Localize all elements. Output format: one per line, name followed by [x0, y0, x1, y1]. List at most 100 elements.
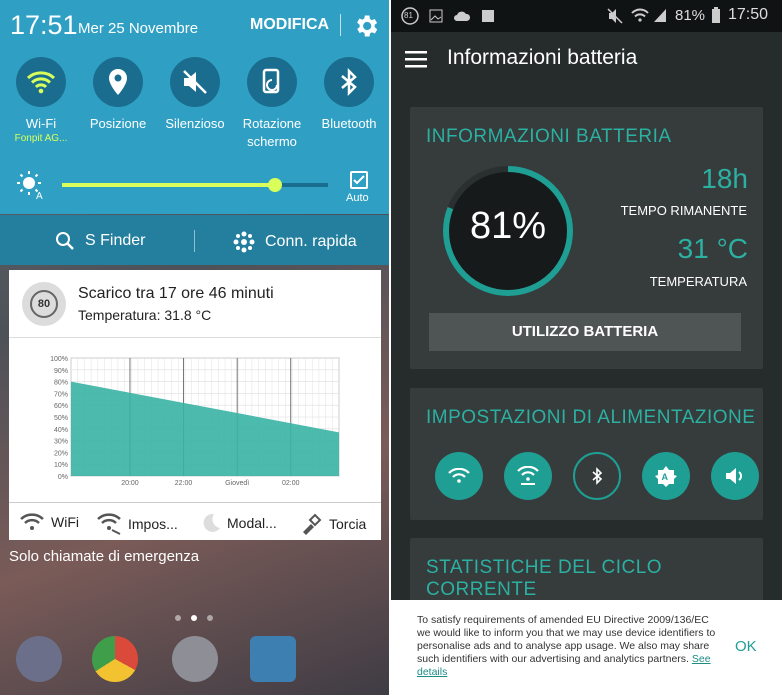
tile-bluetooth[interactable]: Bluetooth	[315, 57, 383, 133]
temperature-value: 31 °C	[677, 233, 748, 264]
emergency-calls-text: Solo chiamate di emergenza	[9, 548, 200, 565]
hamburger-menu-icon[interactable]	[405, 50, 429, 68]
battery-notification[interactable]: 80 Scarico tra 17 ore 46 minuti Temperat…	[9, 270, 381, 540]
flashlight-icon	[303, 513, 322, 535]
tile-wifi[interactable]: Wi-Fi Fonpit AG...	[7, 57, 75, 145]
brightness-auto-icon: A	[17, 171, 43, 200]
card-header: INFORMAZIONI BATTERIA	[426, 126, 672, 147]
date: Mer 25 Novembre	[78, 20, 199, 37]
wifi-icon	[448, 468, 470, 483]
tile-silent[interactable]: Silenzioso	[161, 57, 229, 133]
battery-icon	[712, 7, 720, 23]
brightness-fill	[62, 183, 275, 187]
tile-label: Posizione	[89, 116, 147, 131]
chart-y-tick-label: 70%	[54, 391, 68, 398]
battery-percent: 81%	[675, 7, 706, 24]
chart-x-tick-label: 22:00	[175, 480, 193, 487]
chart-y-tick-label: 80%	[54, 380, 68, 387]
battery-chart-svg: 100% 90% 80% 70% 60% 50% 40% 30% 20% 10% 0% 20:00 22…	[50, 356, 340, 487]
brightness-thumb[interactable]	[267, 178, 282, 192]
notification-toggles: WiFi Impos... Modal... Torcia	[9, 502, 381, 540]
notification-shade: 17:51 Mer 25 Novembre MODIFICA Wi-Fi Fon…	[0, 0, 389, 695]
power-wifi-settings-button[interactable]	[504, 452, 552, 500]
quick-connect-button[interactable]: Conn. rapida	[233, 231, 357, 253]
chart-y-tick-label: 20%	[54, 450, 68, 457]
bluetooth-icon	[592, 467, 602, 485]
power-auto-brightness-button[interactable]: A	[642, 452, 690, 500]
search-icon	[56, 232, 74, 250]
tile-label: Bluetooth	[321, 116, 377, 131]
contacts-icon[interactable]	[250, 636, 296, 682]
power-wifi-button[interactable]	[435, 452, 483, 500]
chart-y-tick-label: 30%	[54, 439, 68, 446]
s-finder-label: S Finder	[85, 232, 146, 249]
battery-usage-button[interactable]: UTILIZZO BATTERIA	[429, 313, 741, 351]
bluetooth-icon	[341, 68, 357, 96]
wifi-icon	[26, 71, 56, 94]
toggle-wifi[interactable]: WiFi	[19, 512, 79, 532]
rotation-icon	[262, 68, 280, 94]
tile-label: Wi-Fi	[25, 116, 57, 131]
chart-x-tick-label: Giovedì	[225, 480, 249, 487]
power-sound-button[interactable]	[711, 452, 759, 500]
signal-icon	[654, 9, 666, 22]
chart-x-tick-label: 02:00	[282, 480, 300, 487]
auto-brightness-checkbox[interactable]	[350, 171, 368, 189]
toggle-wifi-settings[interactable]: Impos...	[96, 512, 178, 536]
notification-title: Scarico tra 17 ore 46 minuti	[78, 285, 274, 302]
location-icon	[109, 69, 127, 95]
toggle-mode[interactable]: Modal...	[199, 512, 277, 534]
time-remaining: 18h	[701, 163, 748, 194]
card-header: IMPOSTAZIONI DI ALIMENTAZIONE	[426, 407, 756, 428]
tile-label: Rotazione schermo	[242, 116, 302, 149]
cloud-icon	[454, 11, 471, 21]
notification-subtitle: Temperatura: 31.8 °C	[78, 307, 212, 323]
camera-icon[interactable]	[16, 636, 62, 682]
chrome-icon[interactable]	[92, 636, 138, 682]
auto-label: Auto	[346, 192, 369, 204]
ok-button[interactable]: OK	[735, 638, 757, 655]
divider	[194, 230, 195, 252]
tile-label: Silenzioso	[165, 116, 225, 131]
s-finder-button[interactable]: S Finder	[55, 231, 145, 251]
battery-info-card: INFORMAZIONI BATTERIA 81% 18h TEMPO RIMA…	[410, 107, 763, 369]
chart-y-tick-label: 100%	[50, 356, 68, 363]
battery-app: 81 81% 17:50 Informazioni batteria INFOR…	[391, 0, 782, 695]
edit-button[interactable]: MODIFICA	[250, 16, 329, 34]
chart-y-tick-label: 0%	[58, 474, 68, 481]
status-time: 17:50	[728, 6, 769, 23]
wifi-settings-icon	[517, 466, 539, 485]
chart-y-tick-label: 60%	[54, 403, 68, 410]
temperature-label: TEMPERATURA	[649, 274, 747, 289]
chart-y-tick-label: 90%	[54, 368, 68, 375]
mute-icon	[183, 70, 207, 94]
apps-icon[interactable]	[172, 636, 218, 682]
status-bar: 81 81% 17:50	[391, 0, 782, 32]
chart-y-tick-label: 10%	[54, 462, 68, 469]
gear-icon[interactable]	[352, 12, 380, 40]
quick-connect-icon	[233, 231, 255, 253]
time-remaining-label: TEMPO RIMANENTE	[620, 203, 747, 218]
svg-text:A: A	[36, 191, 43, 200]
auto-brightness-icon: A	[655, 466, 677, 487]
app-bar: Informazioni batteria	[391, 32, 782, 88]
wifi-settings-icon	[97, 513, 121, 535]
notification-header: 80 Scarico tra 17 ore 46 minuti Temperat…	[9, 270, 381, 338]
divider	[340, 14, 341, 36]
page-title: Informazioni batteria	[447, 46, 638, 69]
toggle-torch[interactable]: Torcia	[299, 512, 366, 536]
chart-y-tick-label: 50%	[54, 415, 68, 422]
chart-y-tick-label: 40%	[54, 427, 68, 434]
chart-x-tick-label: 20:00	[121, 480, 139, 487]
card-header: STATISTICHE DEL CICLO CORRENTE	[426, 557, 663, 600]
consent-text: To satisfy requirements of amended EU Di…	[417, 614, 716, 678]
screenshot-root: 17:51 Mer 25 Novembre MODIFICA Wi-Fi Fon…	[0, 0, 782, 695]
image-icon	[429, 9, 443, 23]
power-bluetooth-button[interactable]	[573, 452, 621, 500]
brightness-slider[interactable]	[62, 178, 328, 192]
battery-chart: 100% 90% 80% 70% 60% 50% 40% 30% 20% 10% 0% 20:00 22…	[9, 340, 381, 500]
quick-connect-label: Conn. rapida	[265, 233, 357, 250]
tile-rotation[interactable]: Rotazione schermo	[238, 57, 306, 151]
tile-location[interactable]: Posizione	[84, 57, 152, 133]
battery-app-icon: 80	[22, 282, 66, 326]
